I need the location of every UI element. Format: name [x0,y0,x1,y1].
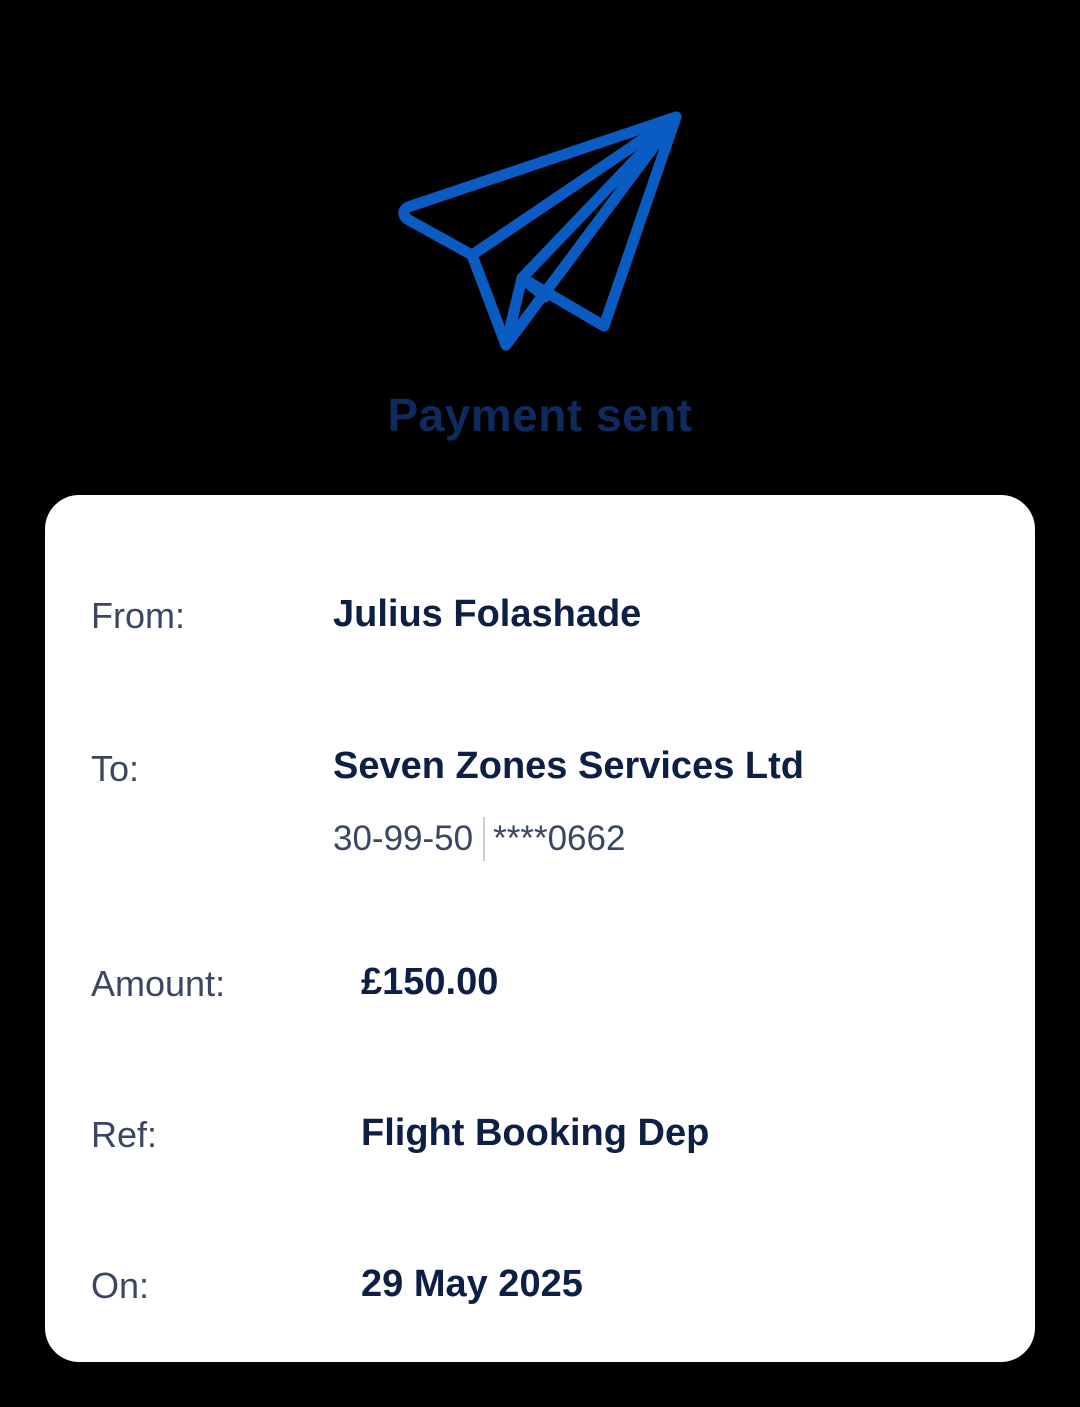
page-title: Payment sent [387,389,693,441]
amount-value: £150.00 [361,961,499,1003]
from-label: From: [91,595,185,636]
date-value: 29 May 2025 [361,1263,583,1305]
amount-label: Amount: [91,963,226,1004]
account-number: ****0662 [493,819,626,858]
ref-value: Flight Booking Dep [361,1112,710,1154]
account-details: 30-99-50 ****0662 [333,817,625,861]
from-value: Julius Folashade [333,593,642,635]
divider [483,817,486,861]
payment-details-card: From: Julius Folashade To: Seven Zones S… [45,495,1035,1362]
to-value: Seven Zones Services Ltd [333,745,804,787]
to-label: To: [91,748,140,789]
paper-plane-icon [398,111,682,351]
ref-label: Ref: [91,1114,158,1155]
sort-code: 30-99-50 [333,819,474,858]
date-label: On: [91,1265,150,1306]
